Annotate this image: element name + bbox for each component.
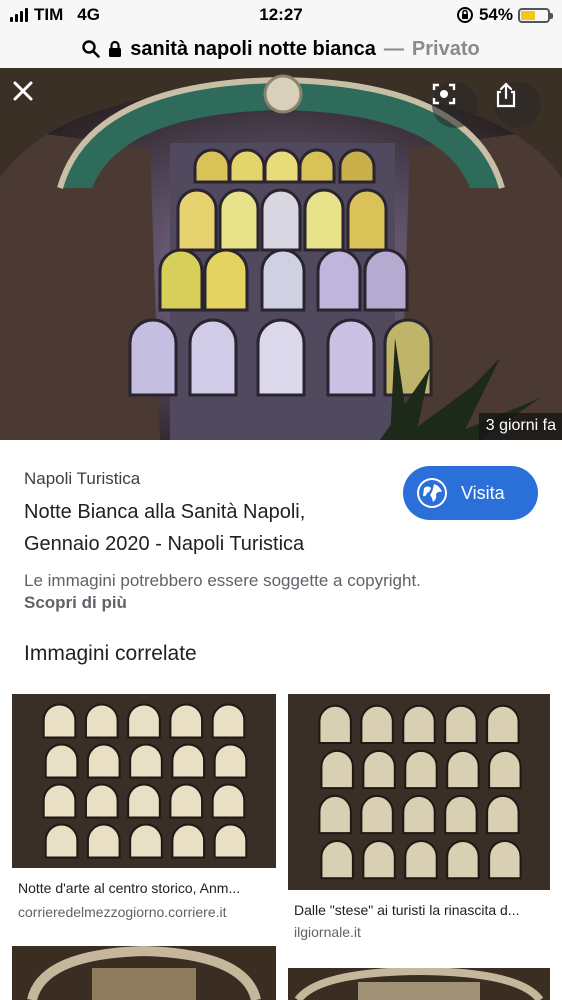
- visit-button[interactable]: Visita: [403, 466, 538, 520]
- related-image-thumbnail: [288, 694, 550, 890]
- related-image-card[interactable]: [12, 946, 276, 1000]
- result-title[interactable]: Notte Bianca alla Sanità Napoli, Gennaio…: [24, 496, 384, 560]
- source-name[interactable]: Napoli Turistica: [24, 469, 140, 489]
- globe-icon: [417, 478, 447, 508]
- share-button[interactable]: [495, 82, 541, 128]
- battery-icon: [518, 7, 553, 23]
- visit-label: Visita: [461, 482, 505, 503]
- lens-icon: [432, 83, 456, 105]
- related-images-heading: Immagini correlate: [24, 642, 197, 665]
- palazzo-staircase-photo: [0, 68, 562, 440]
- related-image-card[interactable]: Dalle "stese" ai turisti la rinascita d.…: [288, 694, 550, 944]
- related-image-domain: corrieredelmezzogiorno.corriere.it: [18, 904, 227, 920]
- orientation-lock-icon: [456, 7, 473, 23]
- private-mode-label: Privato: [411, 37, 480, 60]
- related-image-caption: Notte d'arte al centro storico, Anm...: [18, 880, 241, 896]
- close-icon: [13, 81, 33, 101]
- status-bar: TIM 4G 12:27 54%: [0, 0, 562, 30]
- close-button[interactable]: [12, 80, 58, 126]
- preview-image[interactable]: 3 giorni fa: [0, 68, 562, 440]
- related-image-card[interactable]: [288, 968, 550, 1000]
- url-bar[interactable]: sanità napoli notte bianca — Privato: [0, 30, 562, 68]
- lock-icon: [109, 40, 122, 57]
- related-image-caption: Dalle "stese" ai turisti la rinascita d.…: [294, 902, 520, 918]
- related-image-thumbnail: [288, 968, 550, 1000]
- battery-percent: 54%: [478, 5, 513, 24]
- share-icon: [496, 82, 516, 108]
- related-image-thumbnail: [12, 694, 276, 868]
- search-icon: [82, 40, 101, 58]
- url-query: sanità napoli notte bianca: [130, 37, 376, 60]
- related-image-thumbnail: [12, 946, 276, 1000]
- age-badge: 3 giorni fa: [478, 413, 562, 440]
- copyright-notice: Le immagini potrebbero essere soggette a…: [24, 571, 421, 590]
- related-image-card[interactable]: Notte d'arte al centro storico, Anm... c…: [12, 694, 276, 924]
- learn-more-link[interactable]: Scopri di più: [24, 593, 127, 613]
- url-separator: —: [383, 37, 404, 60]
- lens-button[interactable]: [432, 82, 478, 128]
- related-image-domain: ilgiornale.it: [294, 924, 361, 940]
